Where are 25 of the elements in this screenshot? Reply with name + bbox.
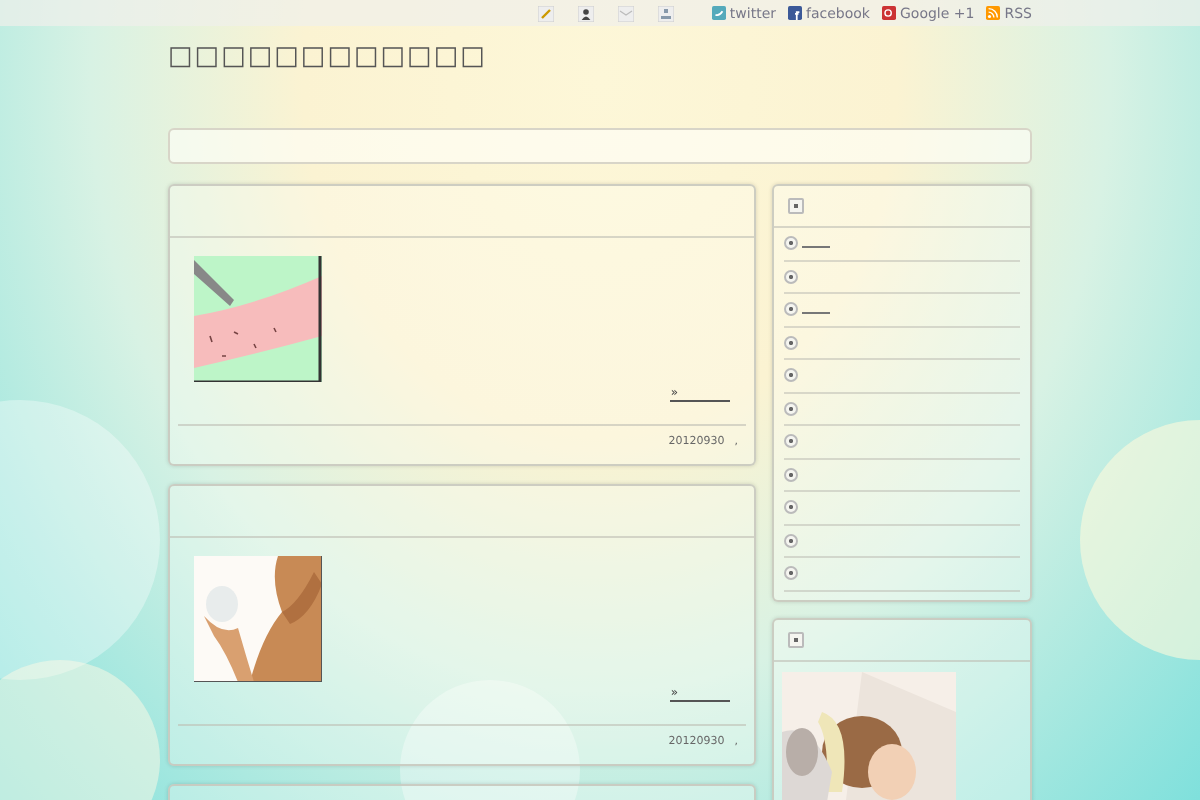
bullet-icon — [784, 401, 798, 416]
google-plus-icon — [882, 6, 896, 20]
widget-icon — [788, 631, 804, 647]
bullet-icon — [784, 269, 798, 284]
bullet-icon — [784, 434, 798, 449]
bullet-icon — [784, 302, 798, 317]
bullet-icon — [784, 533, 798, 548]
facebook-icon — [788, 6, 803, 20]
bullet-icon — [784, 566, 798, 581]
rss-icon — [986, 6, 1001, 20]
bullet-icon — [784, 236, 798, 251]
bullet-icon — [784, 368, 798, 383]
pencil-icon[interactable] — [537, 5, 554, 21]
widget-icon — [788, 198, 804, 214]
bird-icon — [711, 6, 726, 20]
person-icon[interactable] — [577, 5, 594, 21]
site-title[interactable]: □□□□□□□□□□□□ — [168, 26, 1032, 128]
sitemap-icon[interactable] — [657, 5, 674, 21]
link-underline[interactable] — [802, 245, 830, 248]
bullet-icon — [784, 467, 798, 482]
thumbnail-drawing[interactable] — [194, 256, 322, 382]
link-underline[interactable] — [802, 311, 830, 314]
bullet-icon — [784, 500, 798, 515]
bullet-icon — [784, 335, 798, 350]
mail-icon[interactable] — [617, 5, 634, 21]
